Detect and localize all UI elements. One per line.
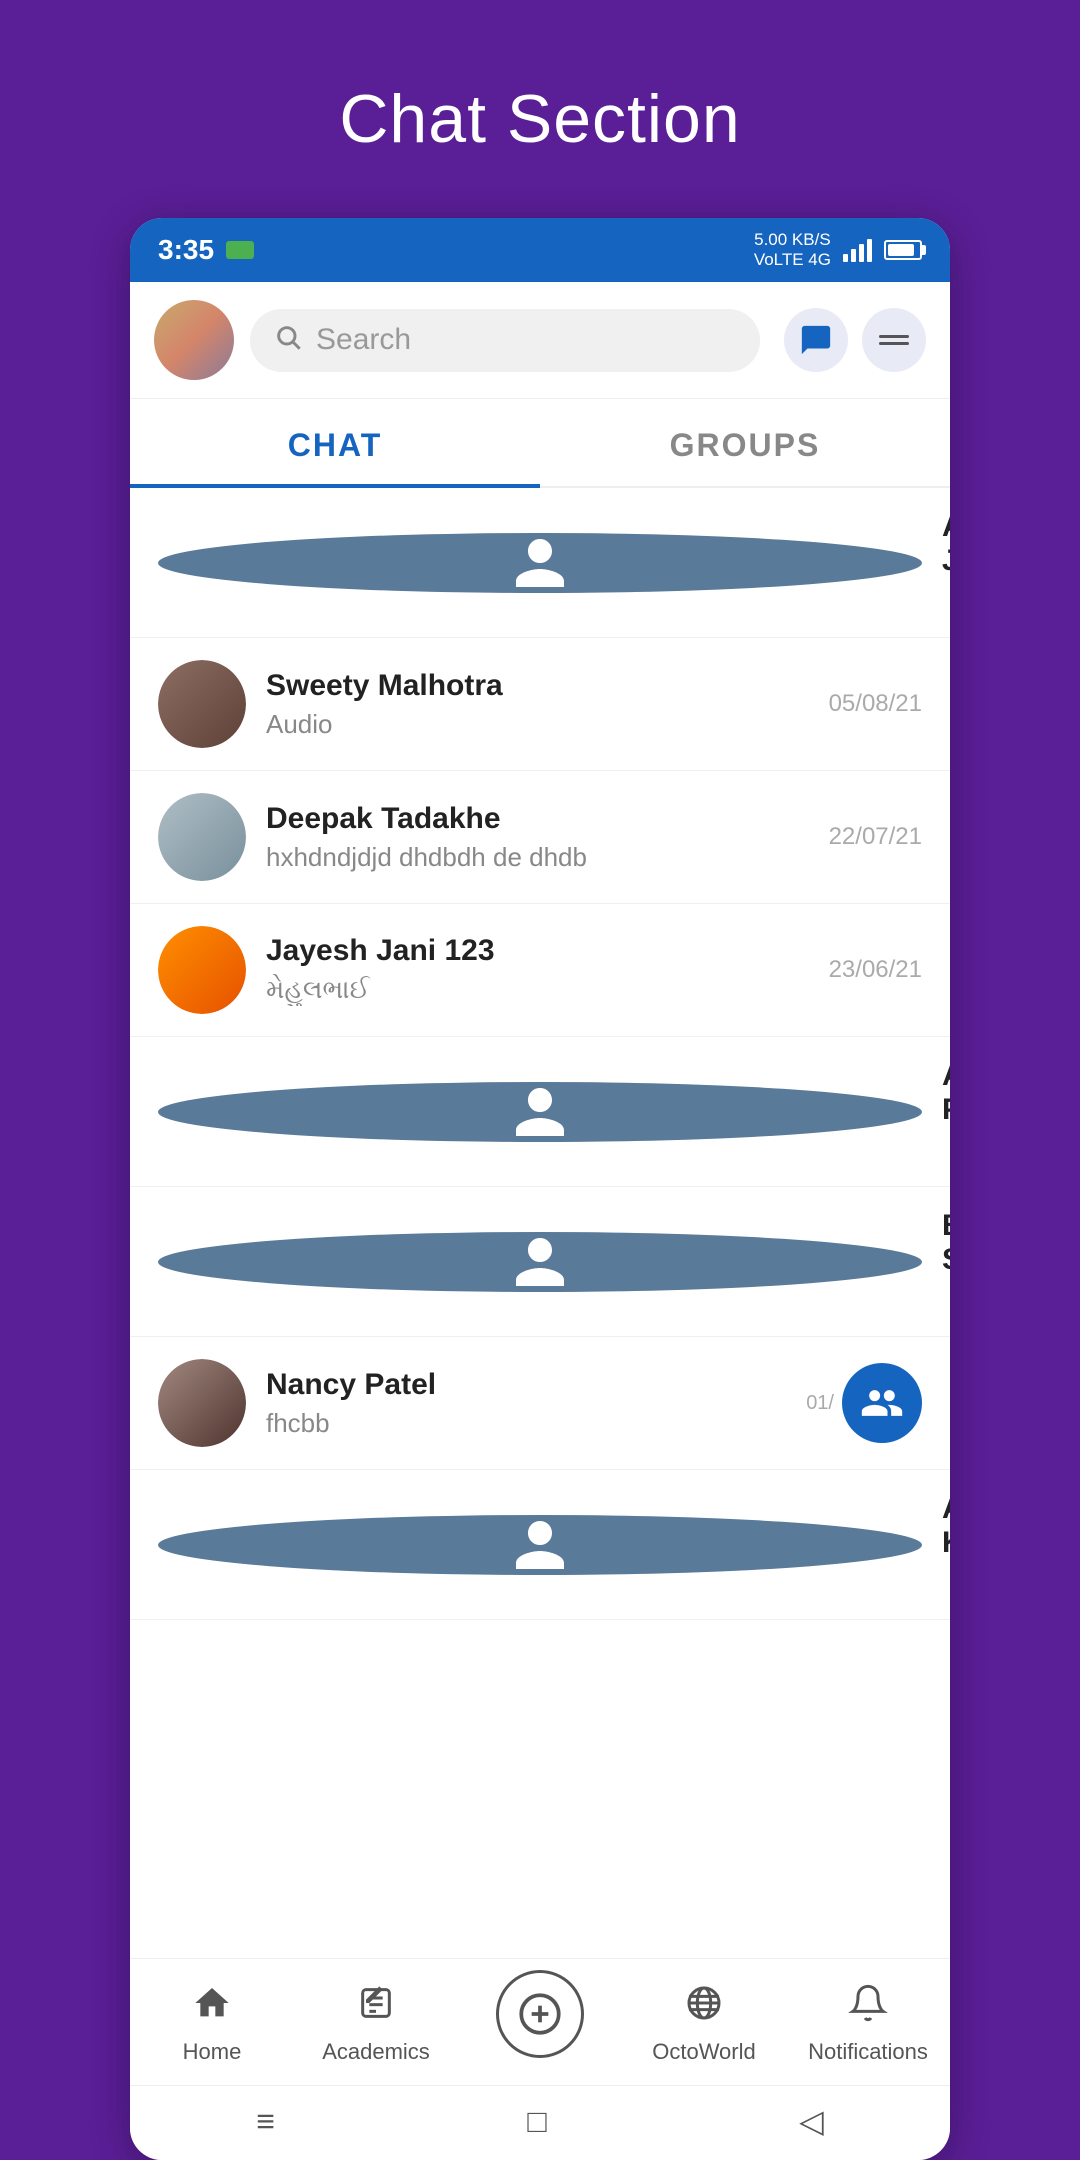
chat-list: Ankur Joshi Image 14/08/21 Sweety Malhot… <box>130 488 950 1958</box>
chat-preview: Audio <box>266 709 809 740</box>
battery-icon <box>226 241 254 259</box>
chat-item[interactable]: Deepak Tadakhe hxhdndjdjd dhdbdh de dhdb… <box>130 771 950 904</box>
page-title: Chat Section <box>339 80 740 158</box>
globe-icon <box>684 1983 724 2033</box>
chat-item[interactable]: Arjun Kumar Image <box>130 1470 950 1620</box>
nav-add[interactable] <box>458 1982 622 2066</box>
chat-name: Sweety Malhotra <box>266 669 809 703</box>
chat-preview: મેહુલભાઈ <box>266 974 809 1006</box>
chat-info: Deepak Tadakhe hxhdndjdjd dhdbdh de dhdb <box>266 802 809 873</box>
chat-name: Nancy Patel <box>266 1368 786 1402</box>
nav-octoworld[interactable]: OctoWorld <box>622 1975 786 2073</box>
chat-avatar <box>158 793 246 881</box>
tab-chat[interactable]: CHAT <box>130 399 540 486</box>
chat-item[interactable]: Ankit Patel Image 21/06/21 <box>130 1037 950 1187</box>
status-right: 5.00 KB/S VoLTE 4G <box>754 230 922 271</box>
network-speed: 5.00 KB/S VoLTE 4G <box>754 230 831 271</box>
tab-groups[interactable]: GROUPS <box>540 399 950 486</box>
search-bar[interactable]: Search <box>250 309 760 372</box>
tab-bar: CHAT GROUPS <box>130 399 950 488</box>
chat-avatar <box>158 1082 922 1142</box>
bottom-nav: Home Academics <box>130 1958 950 2085</box>
status-time: 3:35 <box>158 234 214 266</box>
phone-frame: 3:35 5.00 KB/S VoLTE 4G <box>130 218 950 2160</box>
chat-item[interactable]: Bharat Sinha Audio 13/06/21 <box>130 1187 950 1337</box>
signal-bars <box>843 239 872 262</box>
chat-date: 23/06/21 <box>829 956 922 984</box>
status-bar: 3:35 5.00 KB/S VoLTE 4G <box>130 218 950 282</box>
chat-avatar <box>158 533 922 593</box>
android-menu-button[interactable]: ≡ <box>256 2103 275 2140</box>
search-placeholder: Search <box>316 323 411 357</box>
app-header: Search <box>130 282 950 399</box>
user-avatar[interactable] <box>154 300 234 380</box>
chat-item[interactable]: Jayesh Jani 123 મેહુલભાઈ 23/06/21 <box>130 904 950 1037</box>
search-icon <box>274 323 302 358</box>
chat-avatar <box>158 1232 922 1292</box>
chat-date: 22/07/21 <box>829 823 922 851</box>
chat-bubble-button[interactable] <box>784 308 848 372</box>
menu-button[interactable] <box>862 308 926 372</box>
user-avatar-image <box>154 300 234 380</box>
nav-academics-label: Academics <box>322 2039 430 2065</box>
android-back-button[interactable]: ◁ <box>799 2102 824 2140</box>
status-left: 3:35 <box>158 234 254 266</box>
nav-home[interactable]: Home <box>130 1975 294 2073</box>
bell-icon <box>848 1983 888 2033</box>
chat-date: 01/ <box>806 1392 834 1415</box>
group-fab-button[interactable] <box>842 1363 922 1443</box>
android-nav: ≡ □ ◁ <box>130 2085 950 2160</box>
header-icons <box>784 308 926 372</box>
chat-name: Deepak Tadakhe <box>266 802 809 836</box>
nav-home-label: Home <box>183 2039 242 2065</box>
chat-info: Nancy Patel fhcbb <box>266 1368 786 1439</box>
chat-name: Jayesh Jani 123 <box>266 934 809 968</box>
home-icon <box>192 1983 232 2033</box>
chat-avatar <box>158 1359 246 1447</box>
nav-notifications-label: Notifications <box>808 2039 928 2065</box>
chat-item[interactable]: Nancy Patel fhcbb 01/ <box>130 1337 950 1470</box>
nav-academics[interactable]: Academics <box>294 1975 458 2073</box>
chat-item[interactable]: Ankur Joshi Image 14/08/21 <box>130 488 950 638</box>
battery-outline <box>884 240 922 260</box>
chat-avatar <box>158 1515 922 1575</box>
chat-info: Jayesh Jani 123 મેહુલભાઈ <box>266 934 809 1006</box>
chat-preview: fhcbb <box>266 1408 786 1439</box>
android-home-button[interactable]: □ <box>527 2103 546 2140</box>
chat-avatar <box>158 926 246 1014</box>
add-circle-icon[interactable] <box>496 1970 584 2058</box>
nav-notifications[interactable]: Notifications <box>786 1975 950 2073</box>
chat-info: Sweety Malhotra Audio <box>266 669 809 740</box>
chat-date: 05/08/21 <box>829 690 922 718</box>
academics-icon <box>356 1983 396 2033</box>
chat-preview: hxhdndjdjd dhdbdh de dhdb <box>266 842 809 873</box>
nav-octoworld-label: OctoWorld <box>652 2039 756 2065</box>
chat-avatar <box>158 660 246 748</box>
chat-item[interactable]: Sweety Malhotra Audio 05/08/21 <box>130 638 950 771</box>
